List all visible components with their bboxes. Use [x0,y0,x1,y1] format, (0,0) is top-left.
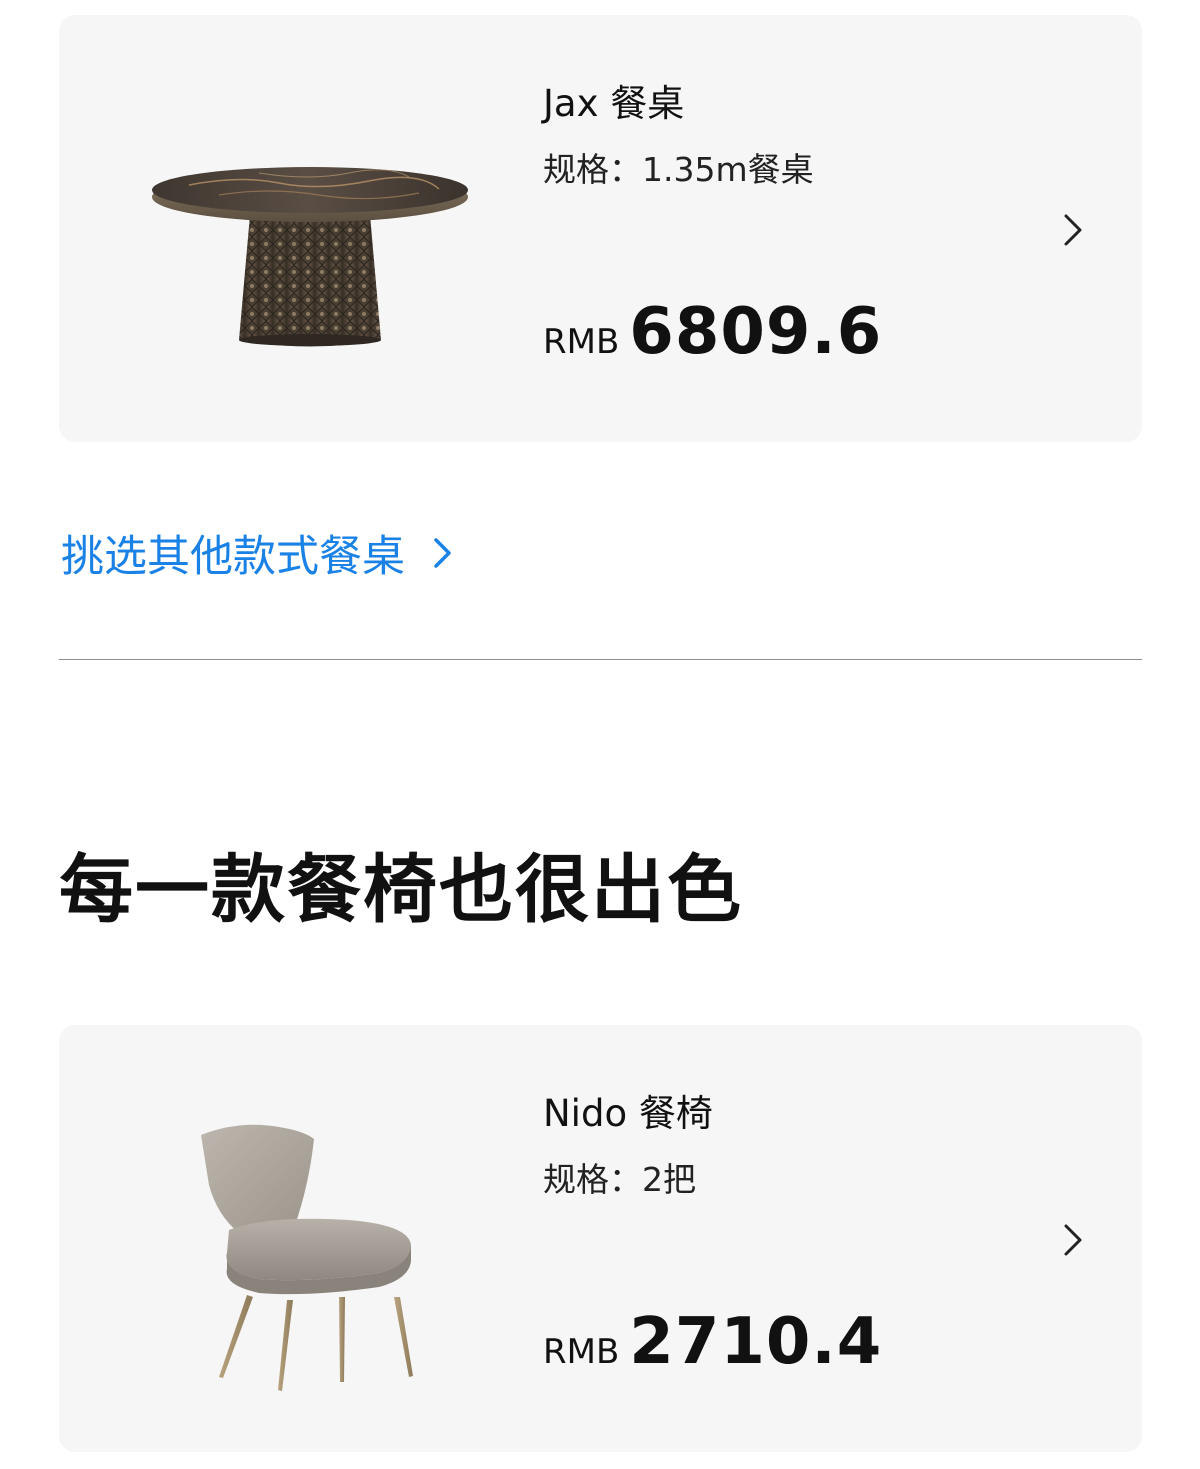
section-divider [59,659,1142,660]
price-currency: RMB [543,322,620,362]
product-spec: 规格：1.35m餐桌 [543,150,814,189]
product-card-jax-table[interactable]: Jax 餐桌 规格：1.35m餐桌 RMB 6809.6 [59,15,1142,442]
price-value: 2710.4 [629,1305,883,1379]
chevron-right-icon[interactable] [1057,210,1087,250]
product-price: RMB 6809.6 [543,295,882,369]
round-dining-table-image [119,55,499,395]
price-value: 6809.6 [629,295,883,369]
section-heading: 每一款餐椅也很出色 [59,847,743,933]
other-tables-link[interactable]: 挑选其他款式餐桌 [61,523,455,583]
price-currency: RMB [543,1332,620,1372]
product-price: RMB 2710.4 [543,1305,882,1379]
chevron-right-icon[interactable] [429,534,455,572]
product-spec: 规格：2把 [543,1160,696,1199]
other-tables-link-label[interactable]: 挑选其他款式餐桌 [61,522,405,584]
chevron-right-icon[interactable] [1057,1220,1087,1260]
upholstered-dining-chair-image [119,1065,499,1405]
product-title: Jax 餐桌 [543,82,685,125]
product-card-nido-chair[interactable]: Nido 餐椅 规格：2把 RMB 2710.4 [59,1025,1142,1452]
product-title: Nido 餐椅 [543,1092,713,1135]
